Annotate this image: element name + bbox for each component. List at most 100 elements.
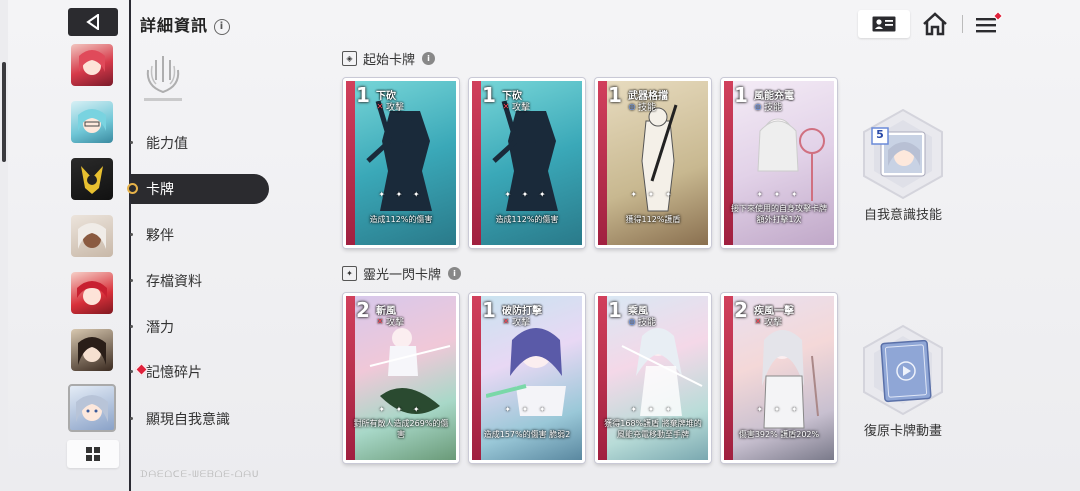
menu-item-memory-fragments[interactable]: 記憶碎片 (130, 357, 269, 387)
card-cost: 2 (356, 298, 370, 322)
ego-skill-button[interactable]: 5 自我意識技能 (858, 106, 948, 223)
starting-card[interactable]: 1 武器格擋 ◎ 技能 ✦ ✦ ✦ 獲得112%護盾 (595, 78, 711, 248)
menu-item-potential[interactable]: 潛力 (130, 312, 269, 342)
card-type-label: 攻擊 (764, 318, 783, 328)
menu-item-stats[interactable]: 能力值 (130, 128, 269, 158)
card-cost: 1 (482, 83, 496, 107)
card-description: 接下來使用的自身攻擊卡牌額外打擊1次 (731, 204, 827, 224)
home-button[interactable] (918, 10, 952, 38)
menu-item-cards[interactable]: 卡牌 (127, 174, 269, 204)
profile-card-button[interactable] (858, 10, 910, 38)
attack-type-icon: ✕ (376, 101, 384, 111)
watermark-text: ᗪᗩᗴᗝᑕᗴ-ᗯᗴᗷᗝᗴ-ᗝᗩᑌ (140, 470, 260, 480)
section-title: 起始卡牌 (363, 53, 416, 68)
flash-card[interactable]: 2 斬風 ✕ 攻擊 ✦ ✦ ✦ 對所有敵人造成269%的傷害 (343, 293, 459, 463)
toolbar-separator (962, 15, 963, 33)
menu-label: 夥伴 (146, 228, 174, 244)
menu-label: 記憶碎片 (146, 365, 202, 381)
menu-label: 潛力 (146, 320, 174, 336)
menu-item-partners[interactable]: 夥伴 (130, 220, 269, 250)
card-type: ◎ 技能 (628, 315, 657, 328)
starting-card[interactable]: 1 下砍 ✕ 攻擊 ✦ ✦ ✦ 造成112%的傷害 (469, 78, 585, 248)
drawer-handle[interactable] (2, 62, 6, 162)
attack-type-icon: ✕ (502, 101, 510, 111)
card-type-label: 技能 (638, 103, 657, 113)
character-avatar-4[interactable] (71, 215, 113, 257)
profile-card-icon (872, 16, 896, 32)
skill-type-icon: ◎ (628, 316, 636, 326)
menu-label: 能力值 (146, 136, 188, 152)
card-description: 傷害392% 護盾202% (738, 430, 820, 439)
deck-icon: ◈ (342, 51, 357, 66)
flash-card[interactable]: 2 疾風一擊 ✕ 攻擊 ✦ ✦ ✦ 傷害392% 護盾202% (721, 293, 837, 463)
card-art (641, 104, 678, 212)
character-avatar-5[interactable] (71, 272, 113, 314)
sparkle-divider-icon: ✦ ✦ ✦ (378, 405, 424, 414)
card-description: 造成112%的傷害 (495, 215, 559, 224)
section-title: 靈光一閃卡牌 (363, 268, 442, 283)
sparkle-divider-icon: ✦ ✦ ✦ (504, 405, 550, 414)
restore-card-animation-label: 復原卡牌動畫 (863, 424, 942, 439)
info-icon[interactable]: i (422, 52, 436, 65)
card-type: ✕ 攻擊 (502, 315, 530, 328)
character-avatar-selected[interactable] (68, 384, 116, 432)
card-cost: 1 (482, 298, 496, 322)
page-title: 詳細資訊 i (140, 12, 231, 36)
card-art (486, 328, 566, 416)
starting-card[interactable]: 1 下砍 ✕ 攻擊 ✦ ✦ ✦ 造成112%的傷害 (343, 78, 459, 248)
card-type-label: 技能 (764, 103, 783, 113)
card-type: ✕ 攻擊 (376, 100, 404, 113)
info-icon[interactable]: i (214, 18, 231, 35)
card-type-label: 攻擊 (386, 318, 405, 328)
info-icon[interactable]: i (448, 267, 462, 280)
card-type: ✕ 攻擊 (376, 315, 404, 328)
card-art (492, 101, 558, 211)
menu-item-save-data[interactable]: 存檔資料 (130, 266, 269, 296)
ego-skill-cost: 5 (876, 128, 884, 141)
card-cost: 2 (734, 298, 748, 322)
grid-view-button[interactable] (67, 440, 119, 468)
card-description: 造成112%的傷害 (369, 215, 433, 224)
card-description: 造成157%的傷害 脆弱2 (483, 430, 571, 439)
ego-skill-hex-icon (863, 108, 943, 200)
sparkle-divider-icon: ✦ ✦ ✦ (630, 405, 676, 414)
sparkle-divider-icon: ✦ ✦ ✦ (504, 190, 550, 199)
flash-card[interactable]: 1 乘風 ◎ 技能 ✦ ✦ ✦ 獲得168%護盾 將棄牌堆的風能充電移動至手牌 (595, 293, 711, 463)
card-type-label: 攻擊 (512, 318, 531, 328)
card-cost: 1 (734, 83, 748, 107)
card-type-label: 攻擊 (386, 103, 405, 113)
attack-type-icon: ✕ (754, 316, 762, 326)
card-description: 獲得112%護盾 (625, 215, 681, 224)
card-cost: 1 (608, 298, 622, 322)
main-menu-button[interactable] (972, 10, 1006, 38)
card-type: ✕ 攻擊 (754, 315, 782, 328)
card-type: ◎ 技能 (754, 100, 783, 113)
card-type-label: 技能 (638, 318, 657, 328)
card-animation-hex-icon (863, 324, 943, 416)
card-art (366, 101, 432, 211)
menu-label: 顯現自我意識 (146, 412, 230, 428)
flash-icon: ✦ (342, 266, 357, 281)
back-button[interactable] (68, 8, 118, 36)
card-type: ◎ 技能 (628, 100, 657, 113)
character-avatar-2[interactable] (71, 101, 113, 143)
restore-card-animation-button[interactable]: 復原卡牌動畫 (858, 322, 948, 439)
section-starting-cards: ◈ 起始卡牌 i (342, 49, 436, 68)
starting-card[interactable]: 1 風能充電 ◎ 技能 ✦ ✦ ✦ 接下來使用的自身攻擊卡牌額外打擊1次 (721, 78, 837, 248)
grid-icon (86, 447, 100, 461)
flash-card[interactable]: 1 破防打擊 ✕ 攻擊 ✦ ✦ ✦ 造成157%的傷害 脆弱2 (469, 293, 585, 463)
card-description: 獲得168%護盾 將棄牌堆的風能充電移動至手牌 (604, 419, 702, 439)
character-avatar-6[interactable] (71, 329, 113, 371)
character-avatar-1[interactable] (71, 44, 113, 86)
hamburger-menu-icon (976, 12, 1003, 33)
character-list (66, 0, 120, 491)
page-title-text: 詳細資訊 (140, 16, 209, 35)
home-icon (923, 12, 947, 36)
card-art (762, 330, 819, 429)
menu-label: 存檔資料 (146, 274, 202, 290)
character-avatar-3[interactable] (71, 158, 113, 200)
selected-indicator-icon (127, 183, 138, 194)
sparkle-divider-icon: ✦ ✦ ✦ (756, 405, 802, 414)
sparkle-divider-icon: ✦ ✦ ✦ (756, 190, 802, 199)
menu-item-manifest-ego[interactable]: 顯現自我意識 (130, 404, 269, 434)
